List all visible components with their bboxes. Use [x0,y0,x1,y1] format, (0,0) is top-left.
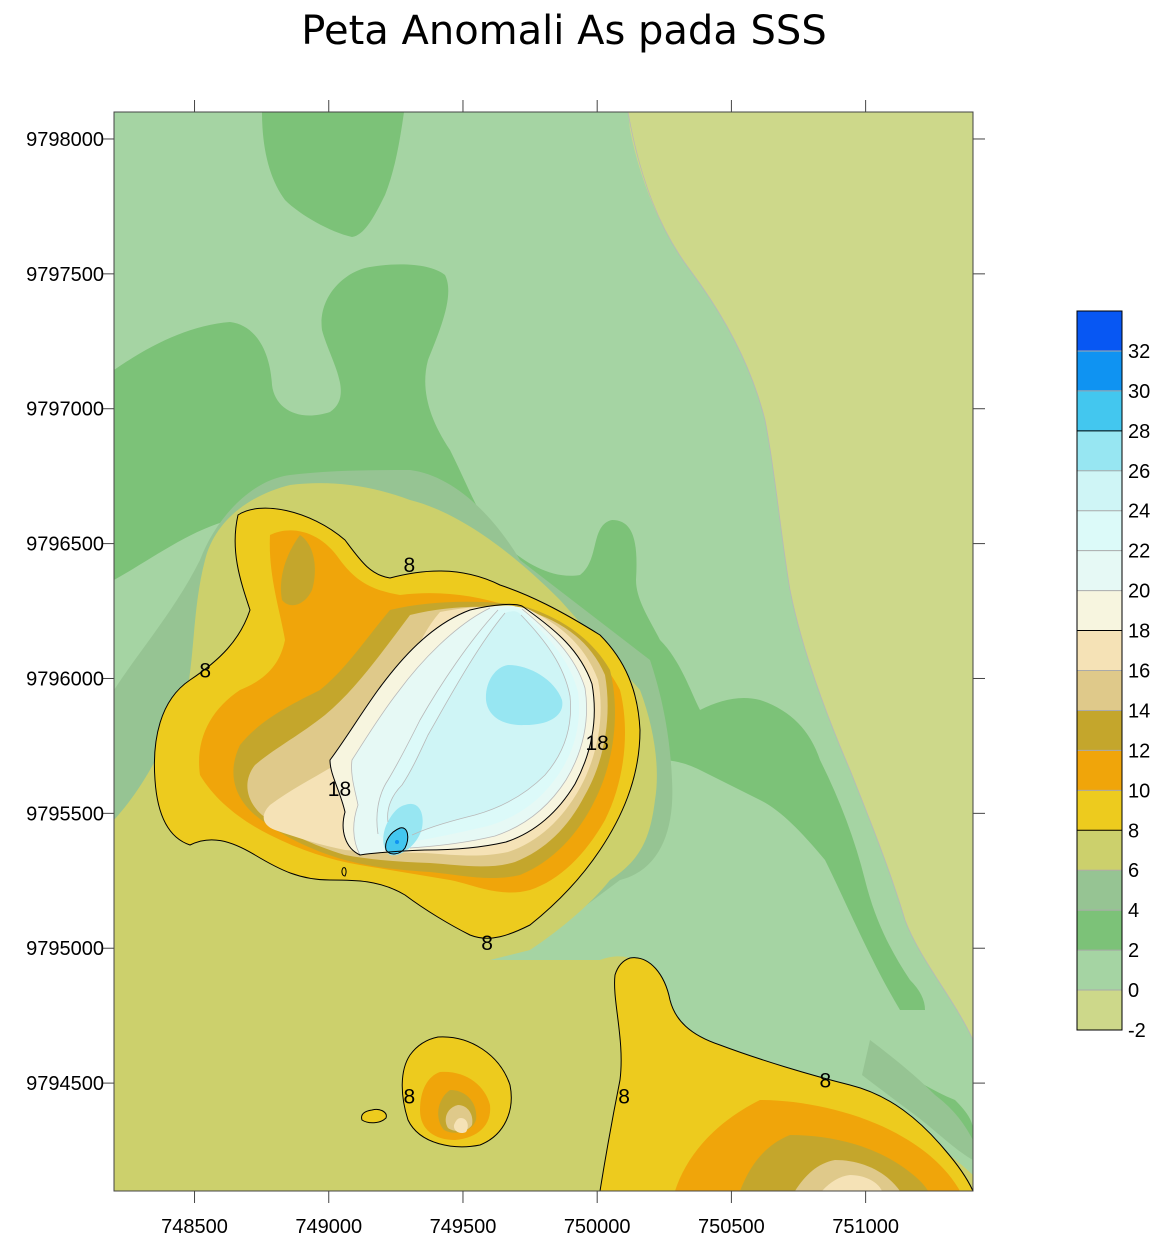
colorbar-swatch [1077,390,1122,432]
y-tick-label: 9797500 [26,264,104,286]
colorbar-label: 16 [1128,661,1150,683]
colorbar-swatch [1077,550,1122,592]
contour-map: 8 8 8 8 8 8 18 18 748500 749000 749500 750000 75050… [26,100,1150,1238]
contour-label: 8 [481,932,493,955]
x-tick-label: 751000 [832,1216,899,1238]
colorbar-label: 12 [1128,740,1150,762]
colorbar-label: 0 [1128,980,1139,1002]
contour-label: 8 [403,554,415,577]
colorbar-label: 22 [1128,541,1150,563]
colorbar-label: -2 [1128,1020,1146,1042]
colorbar-swatch [1077,710,1122,751]
colorbar-label: 28 [1128,421,1150,443]
contour-label: 8 [820,1069,832,1092]
colorbar-swatch [1077,470,1122,512]
y-tick-label: 9796000 [26,668,104,690]
colorbar-label: 2 [1128,940,1139,962]
colorbar-swatch [1077,750,1122,791]
colorbar-label: 20 [1128,581,1150,603]
x-tick-label: 748500 [161,1216,228,1238]
colorbar-swatch [1077,670,1122,711]
contour-label: 8 [199,659,211,682]
map-area: 8 8 8 8 8 8 18 18 [114,112,973,1191]
colorbar-swatch [1077,870,1122,911]
fill-level-30-32 [395,840,399,844]
contour-label: 8 [403,1086,415,1109]
colorbar-swatch [1077,350,1122,392]
y-tick-label: 9794500 [26,1073,104,1095]
colorbar-label: 30 [1128,381,1150,403]
colorbar-swatch [1077,590,1122,632]
colorbar-swatch [1077,790,1122,831]
y-tick-label: 9795000 [26,938,104,960]
x-tick-label: 749500 [430,1216,497,1238]
colorbar-label: 24 [1128,501,1150,523]
colorbar-swatch [1077,910,1122,951]
colorbar-swatch [1077,430,1122,472]
colorbar-swatch [1077,950,1122,991]
colorbar-swatch [1077,510,1122,552]
contour-label: 8 [618,1086,630,1109]
colorbar-label: 18 [1128,621,1150,643]
colorbar-label: 6 [1128,860,1139,882]
y-tick-label: 9795500 [26,803,104,825]
colorbar-label: 32 [1128,341,1150,363]
colorbar-label: 8 [1128,820,1139,842]
colorbar-label: 10 [1128,780,1150,802]
colorbar-label: 14 [1128,700,1150,722]
contour-label: 18 [586,732,609,755]
x-tick-label: 750000 [564,1216,631,1238]
y-tick-label: 9798000 [26,129,104,151]
x-tick-label: 750500 [698,1216,765,1238]
colorbar-label: 4 [1128,900,1139,922]
colorbar-swatch [1077,311,1122,352]
x-tick-label: 749000 [295,1216,362,1238]
colorbar-swatch [1077,630,1122,671]
colorbar-swatch [1077,830,1122,871]
y-tick-label: 9796500 [26,534,104,556]
colorbar-label: 26 [1128,461,1150,483]
colorbar-swatch [1077,990,1122,1031]
y-tick-label: 9797000 [26,399,104,421]
contour-label: 18 [328,778,351,801]
